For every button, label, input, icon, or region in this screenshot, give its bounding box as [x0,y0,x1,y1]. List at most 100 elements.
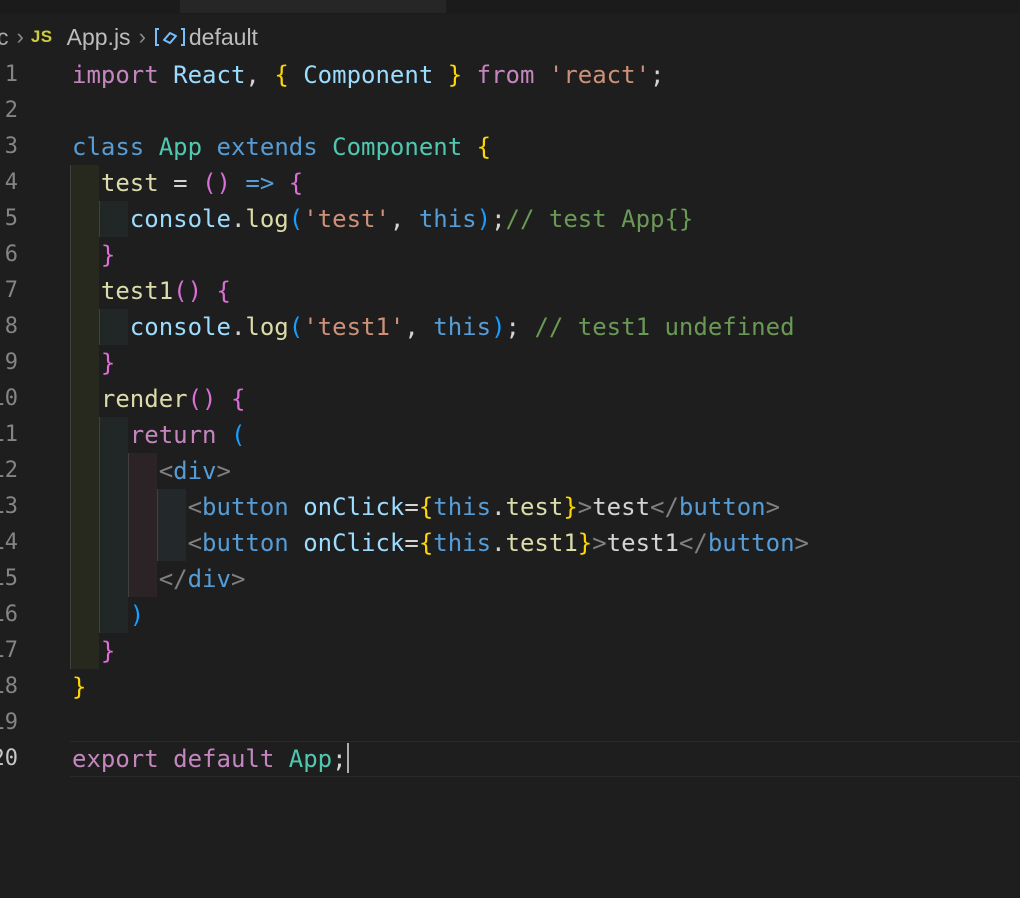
code-token: console [129,205,231,233]
line-number: 15 [0,566,18,591]
line-number: 3 [4,134,18,159]
code-token: > [577,493,593,521]
code-line[interactable]: } [72,633,1020,669]
code-token: log [245,313,289,341]
code-token: => [245,169,275,197]
code-line[interactable]: render() { [72,381,1020,417]
code-token: // test1 undefined [534,313,795,341]
breadcrumb-item-src[interactable]: c [0,24,9,51]
code-token: </ [650,493,679,521]
code-line[interactable]: <button onClick={this.test1}>test1</butt… [72,525,1020,561]
code-line[interactable]: } [72,345,1020,381]
code-line[interactable]: console.log('test1', this); // test1 und… [72,309,1020,345]
code-line[interactable] [72,705,1020,741]
code-token: > [230,565,246,593]
code-token: test [505,493,564,521]
code-token: ( [288,313,304,341]
code-line[interactable] [72,93,1020,129]
code-token: test [100,169,159,197]
code-token: . [230,205,246,233]
line-number: 2 [4,98,18,123]
chevron-right-icon: › [138,24,146,49]
code-line[interactable]: import React, { Component } from 'react'… [72,57,1020,93]
code-token: } [100,637,116,665]
code-line[interactable]: ) [72,597,1020,633]
code-token: , [245,61,275,89]
tab-scrollbar-thumb[interactable] [180,0,446,13]
code-editor[interactable]: import React, { Component } from 'react'… [72,57,1020,777]
code-line[interactable]: class App extends Component { [72,129,1020,165]
code-token: this [433,313,492,341]
code-line[interactable]: </div> [72,561,1020,597]
code-token: . [491,529,506,557]
code-token: ( [230,421,246,449]
code-line[interactable]: export default App; [70,741,1020,777]
code-token: ) [491,313,506,341]
code-token: > [765,493,781,521]
code-token: > [794,529,809,557]
line-number: 8 [4,314,18,339]
code-token: { [418,493,434,521]
code-token: render [100,385,188,413]
line-number: 16 [0,602,18,627]
code-line[interactable]: } [72,237,1020,273]
code-line[interactable]: <div> [72,453,1020,489]
code-line[interactable]: test1() { [72,273,1020,309]
code-line[interactable]: console.log('test', this);// test App{} [72,201,1020,237]
code-token: button [202,493,289,521]
line-number: 17 [0,638,18,663]
code-token: import [72,61,159,89]
code-token: { [476,133,492,161]
code-token: test1 [100,277,174,305]
code-token: < [187,529,203,557]
line-number: 7 [4,278,18,303]
code-token: ) [476,205,492,233]
code-token: } [447,61,463,89]
code-token: </ [158,565,188,593]
breadcrumb-item-file[interactable]: App.js [67,24,131,51]
code-token: log [245,205,289,233]
code-token: } [577,529,593,557]
code-token: export [72,745,159,773]
code-token: ; [650,61,665,89]
code-token: test1 [505,529,578,557]
code-token: { [216,277,231,305]
code-line[interactable]: } [72,669,1020,705]
code-line[interactable]: test = () => { [72,165,1020,201]
code-token: } [72,673,87,701]
code-token: 'test' [303,205,390,233]
code-token: this [418,205,477,233]
code-token: button [678,493,766,521]
line-number: 12 [0,458,18,483]
code-token: = [404,493,419,521]
code-line[interactable]: <button onClick={this.test}>test</button… [72,489,1020,525]
code-token: button [202,529,289,557]
code-token: , [389,205,419,233]
code-token: test [592,493,651,521]
code-token: React [173,61,246,89]
line-number: 11 [0,422,18,447]
code-token: Component [332,133,463,161]
code-token: default [173,745,275,773]
breadcrumb-item-symbol[interactable]: default [189,24,258,51]
code-line[interactable]: return ( [72,417,1020,453]
line-number: 20 [0,746,18,771]
code-token: this [433,529,492,557]
